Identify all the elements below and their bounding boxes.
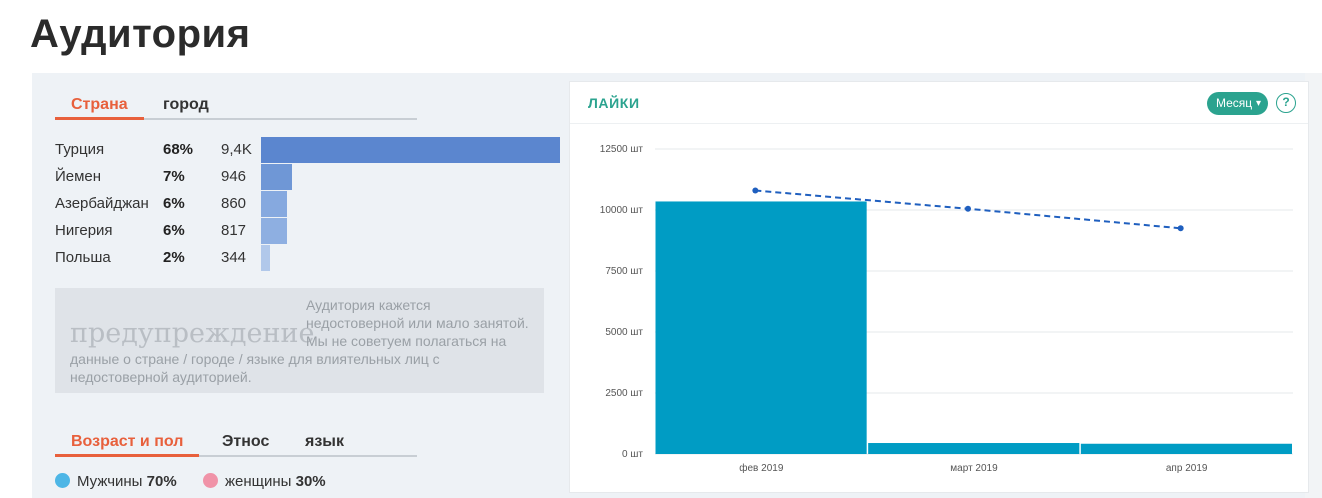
country-row: Нигерия 6% 817 [55,218,565,245]
country-name: Нигерия [55,222,113,239]
help-icon[interactable]: ? [1276,93,1296,113]
likes-chart-card: 0 шт 2500 шт 5000 шт 7500 шт 10000 шт 12500 ш… [569,81,1309,493]
x-tick-label: фев 2019 [739,462,784,474]
low-quality-warning: предупреждение Аудитория кажется недосто… [55,288,544,393]
country-row: Турция 68% 9,4K [55,137,565,164]
trend-point [752,187,759,194]
likes-chart: 0 шт 2500 шт 5000 шт 7500 шт 10000 шт 12500 ш… [600,144,1293,474]
country-percent: 7% [163,168,185,185]
likes-bar [868,443,1080,454]
country-bar [261,164,292,190]
page-title: Аудитория [30,12,251,56]
warning-text-line: Аудитория кажется [306,297,431,313]
country-row: Азербайджан 6% 860 [55,191,565,218]
country-percent: 2% [163,249,185,266]
y-tick-label: 5000 шт [605,327,643,338]
trend-point [1177,225,1184,232]
country-row: Польша 2% 344 [55,245,565,272]
country-percent: 6% [163,222,185,239]
warning-text-line: данные о стране / городе / языке для вли… [70,351,440,367]
tab-language[interactable]: язык [305,429,344,457]
country-count: 9,4K [221,141,252,158]
male-dot-icon [55,473,70,488]
gender-female: женщины 30% [203,473,326,490]
male-percent: 70% [146,473,177,490]
demographics-tabbar: Возраст и пол Этнос язык [55,429,417,457]
likes-bar [1080,443,1292,454]
warning-text-line: недостоверной или мало занятой. [306,315,529,331]
country-count: 817 [221,222,247,239]
x-tick-label: март 2019 [950,463,998,474]
country-name: Йемен [55,168,102,185]
country-count: 344 [221,249,247,266]
male-label: Мужчины [77,473,143,490]
country-bar [261,245,270,271]
female-label: женщины [225,473,292,490]
chart-title: ЛАЙКИ [588,95,640,111]
country-bar [261,137,560,163]
period-label: Месяц [1216,96,1253,110]
country-bar [261,218,287,244]
y-tick-label: 7500 шт [605,266,643,277]
likes-bar [655,201,867,454]
y-tick-label: 2500 шт [605,388,643,399]
country-row: Йемен 7% 946 [55,164,565,191]
gender-male: Мужчины 70% [55,473,177,490]
country-name: Азербайджан [55,195,149,212]
female-dot-icon [203,473,218,488]
country-name: Турция [55,141,105,158]
tab-ethnicity[interactable]: Этнос [222,429,269,457]
country-percent: 6% [163,195,185,212]
chart-header: ЛАЙКИ Месяц ▾ ? [570,82,1308,124]
warning-text-line: Мы не советуем полагаться на [306,333,507,349]
tab-country[interactable]: Страна [55,92,144,120]
warning-watermark: предупреждение [70,318,315,349]
y-tick-label: 10000 шт [600,205,644,216]
tab-age-gender[interactable]: Возраст и пол [55,429,200,457]
geo-tabbar: Страна город [55,92,417,120]
country-bar [261,191,287,217]
country-count: 860 [221,195,247,212]
trend-point [965,205,971,212]
country-name: Польша [55,249,111,266]
y-tick-label: 12500 шт [600,144,644,155]
country-percent: 68% [163,141,194,158]
warning-text-line: недостоверной аудиторией. [70,369,252,385]
y-tick-label: 0 шт [622,449,643,460]
tab-city[interactable]: город [163,92,209,120]
period-dropdown[interactable]: Месяц ▾ [1207,92,1268,115]
country-count: 946 [221,168,247,185]
chevron-down-icon: ▾ [1255,98,1261,109]
x-tick-label: апр 2019 [1166,463,1208,474]
female-percent: 30% [295,473,326,490]
